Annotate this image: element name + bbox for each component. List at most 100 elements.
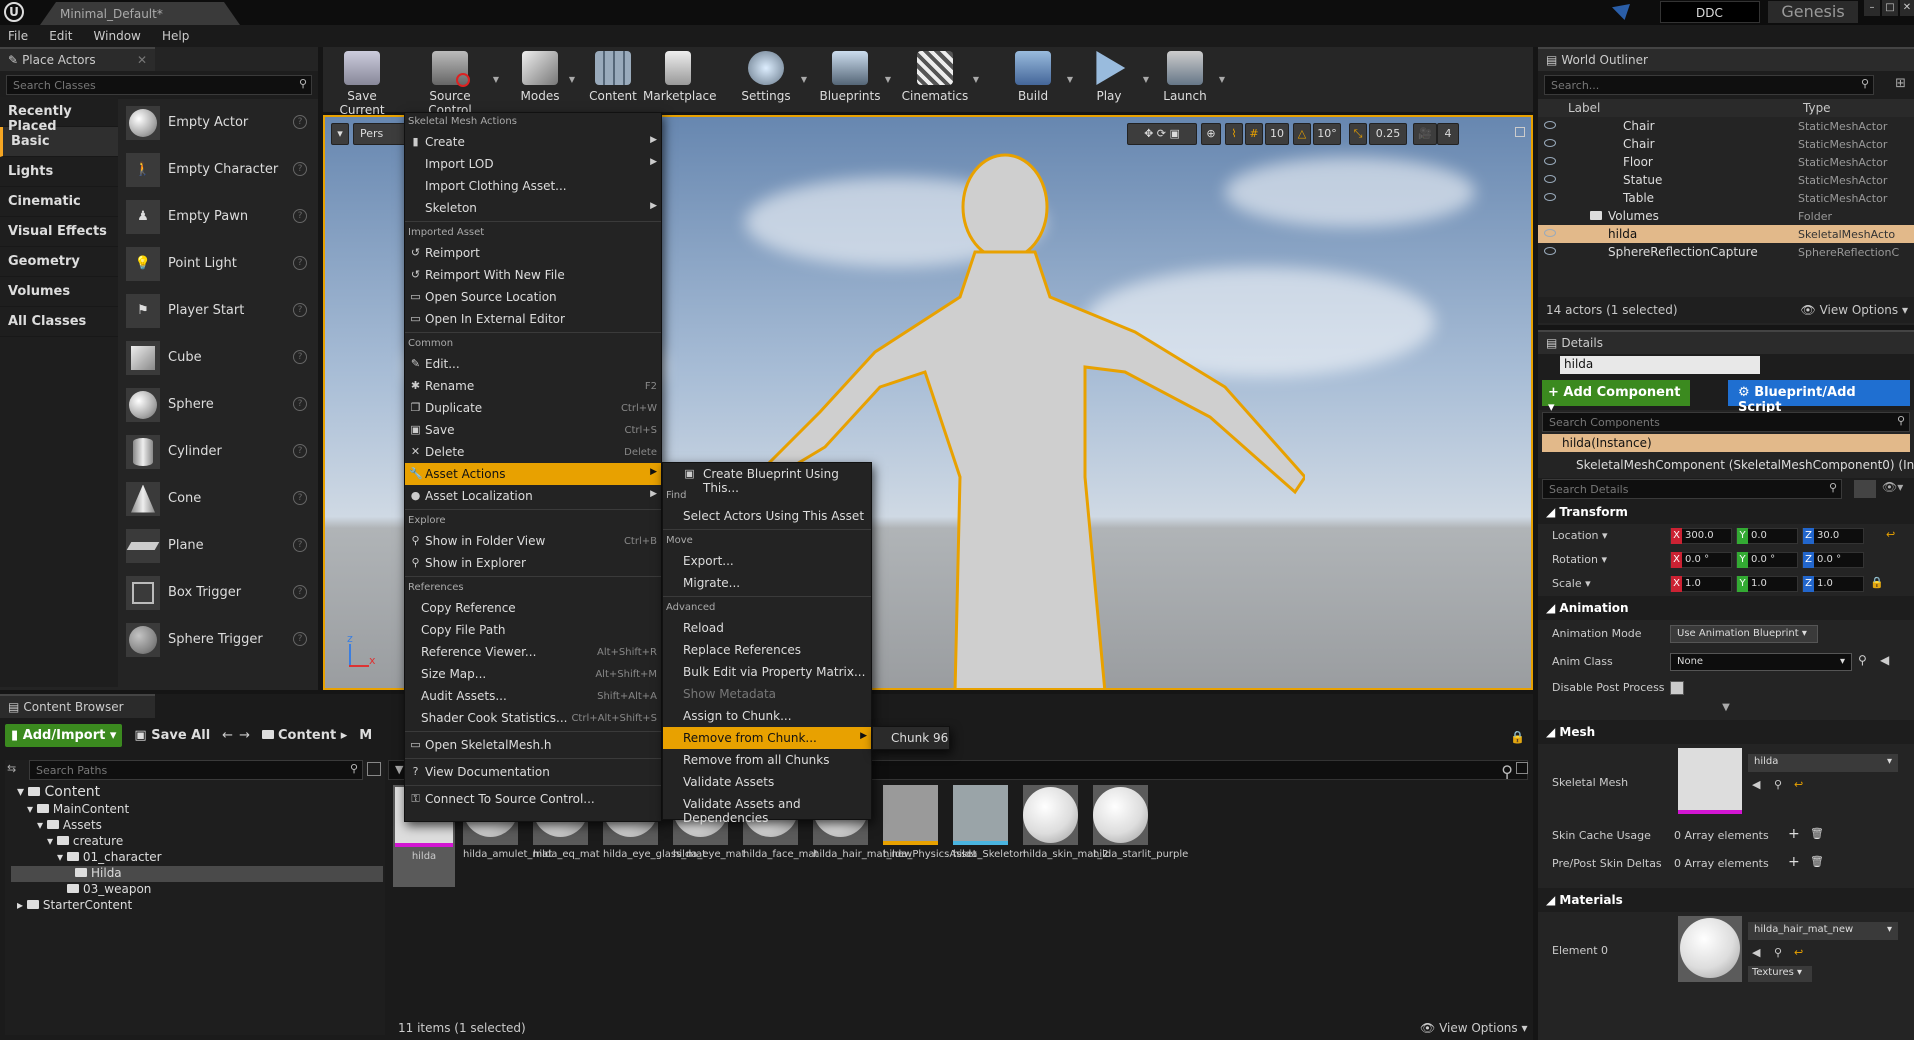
grid-size-button[interactable]: 10 <box>1265 123 1289 145</box>
menu-item-size-map[interactable]: Size Map... Alt+Shift+M <box>405 663 661 685</box>
blueprint-add-script-button[interactable]: ⚙ Blueprint/Add Script <box>1728 380 1910 415</box>
visibility-eye-icon[interactable] <box>1544 157 1556 165</box>
help-icon[interactable]: ? <box>293 585 307 599</box>
menu-file[interactable]: File <box>0 25 36 47</box>
visibility-eye-icon[interactable]: 👁▾ <box>1882 480 1903 494</box>
world-outliner-tab[interactable]: ▤ World Outliner <box>1538 47 1914 71</box>
menu-item-skeleton[interactable]: Skeleton ▶ <box>405 197 661 219</box>
scale-x-field[interactable]: X 1.0 <box>1670 576 1732 592</box>
help-icon[interactable]: ? <box>293 397 307 411</box>
scale-z-field[interactable]: Z 1.0 <box>1802 576 1864 592</box>
menu-item-open-header[interactable]: ▭ Open SkeletalMesh.h <box>405 734 661 756</box>
asset-hilda-skin-mat-2[interactable]: hilda_skin_mat_2 <box>1023 785 1109 861</box>
section-materials[interactable]: ◢ Materials <box>1538 888 1914 912</box>
disable-post-process-checkbox[interactable] <box>1670 681 1684 695</box>
menu-item-reimport[interactable]: ↺ Reimport <box>405 242 661 264</box>
scale-y-field[interactable]: Y 1.0 <box>1736 576 1798 592</box>
help-icon[interactable]: ? <box>293 632 307 646</box>
trash-icon[interactable]: 🗑 <box>1810 855 1824 868</box>
play-button[interactable]: Play ▼ <box>1079 49 1149 109</box>
outliner-search-input[interactable]: Search... ⚲ <box>1544 75 1874 95</box>
menu-item-save[interactable]: ▣ Save Ctrl+S <box>405 419 661 441</box>
back-icon[interactable]: ← <box>222 728 233 743</box>
actor-box-trigger[interactable]: Box Trigger? <box>120 569 315 616</box>
menu-item-copy-reference[interactable]: Copy Reference <box>405 597 661 619</box>
lock-icon[interactable]: 🔒 <box>1870 576 1884 589</box>
visibility-eye-icon[interactable] <box>1544 139 1556 147</box>
location-label[interactable]: Location ▾ <box>1552 529 1608 542</box>
marketplace-button[interactable]: Marketplace <box>643 49 717 109</box>
chevron-down-icon[interactable]: ▼ <box>973 75 979 84</box>
tree-item-hilda[interactable]: Hilda <box>11 866 383 882</box>
maximize-icon[interactable]: □ <box>1882 0 1898 16</box>
material-thumbnail-icon[interactable] <box>1678 916 1742 982</box>
close-icon[interactable]: ✕ <box>1900 0 1914 16</box>
menu-item-open-external-editor[interactable]: ▭ Open In External Editor <box>405 308 661 330</box>
menu-item-chunk-96[interactable]: Chunk 96 <box>873 727 949 749</box>
chevron-down-icon[interactable]: ▼ <box>801 75 807 84</box>
component-row-skeletal-mesh[interactable]: SkeletalMeshComponent (SkeletalMeshCompo… <box>1538 452 1914 478</box>
use-selected-arrow-icon[interactable]: ◀ <box>1880 653 1889 667</box>
menu-item-remove-all-chunks[interactable]: Remove from all Chunks <box>663 749 871 771</box>
visibility-eye-icon[interactable] <box>1544 175 1556 183</box>
menu-window[interactable]: Window <box>86 25 149 47</box>
modes-button[interactable]: Modes ▼ <box>505 49 575 109</box>
category-recently-placed[interactable]: Recently Placed <box>0 97 118 134</box>
tree-item-assets[interactable]: ▾ Assets <box>11 818 383 834</box>
launch-button[interactable]: Launch ▼ <box>1155 49 1225 109</box>
search-details-input[interactable]: Search Details ⚲ <box>1542 479 1842 499</box>
rotation-z-field[interactable]: Z 0.0 ° <box>1802 552 1864 568</box>
actor-name-input[interactable]: hilda <box>1560 356 1760 374</box>
tree-item-01-character[interactable]: ▾ 01_character <box>11 850 383 866</box>
menu-edit[interactable]: Edit <box>41 25 80 47</box>
chevron-down-icon[interactable]: ▼ <box>885 75 891 84</box>
content-browser-tab[interactable]: ▤ Content Browser <box>0 694 155 718</box>
search-icon[interactable]: ⚲ <box>1858 653 1867 667</box>
add-folder-icon[interactable]: ⊞ <box>1895 76 1906 91</box>
lock-icon[interactable]: 🔒 <box>1510 730 1525 744</box>
tree-item-creature[interactable]: ▾ creature <box>11 834 383 850</box>
menu-item-replace-references[interactable]: Replace References <box>663 639 871 661</box>
menu-item-delete[interactable]: ✕ Delete Delete <box>405 441 661 463</box>
surface-snap-icon[interactable]: ⌇ <box>1225 123 1243 145</box>
actor-empty-actor[interactable]: Empty Actor? <box>120 99 315 146</box>
menu-item-edit[interactable]: ✎ Edit... <box>405 353 661 375</box>
sources-toggle-icon[interactable]: ⇆ <box>7 762 21 776</box>
search-classes-input[interactable]: Search Classes ⚲ <box>6 75 312 95</box>
help-icon[interactable]: ? <box>293 491 307 505</box>
settings-button[interactable]: Settings ▼ <box>731 49 807 109</box>
help-icon[interactable]: ? <box>293 350 307 364</box>
menu-item-remove-from-chunk[interactable]: Remove from Chunk... ▶ <box>663 727 871 749</box>
forward-icon[interactable]: → <box>239 728 250 743</box>
menu-item-connect-source-control[interactable]: ⚿ Connect To Source Control... <box>405 788 661 810</box>
rotation-snap-icon[interactable]: △ <box>1293 123 1311 145</box>
actor-cube[interactable]: Cube? <box>120 334 315 381</box>
camera-speed-icon[interactable]: 🎥 <box>1413 123 1437 145</box>
component-instance-row[interactable]: hilda(Instance) <box>1542 434 1910 452</box>
details-tab[interactable]: ▤ Details <box>1538 330 1914 354</box>
category-cinematic[interactable]: Cinematic <box>0 187 118 217</box>
level-tab[interactable]: Minimal_Default* <box>40 2 240 25</box>
save-current-button[interactable]: Save Current <box>327 49 397 117</box>
grid-snap-icon[interactable]: # <box>1245 123 1263 145</box>
menu-item-audit-assets[interactable]: Audit Assets... Shift+Alt+A <box>405 685 661 707</box>
actor-cone[interactable]: Cone? <box>120 475 315 522</box>
chevron-down-icon[interactable]: ▼ <box>1067 75 1073 84</box>
menu-item-copy-file-path[interactable]: Copy File Path <box>405 619 661 641</box>
category-volumes[interactable]: Volumes <box>0 277 118 307</box>
section-transform[interactable]: ◢ Transform <box>1538 500 1914 524</box>
outliner-row-hilda[interactable]: hilda SkeletalMeshActo <box>1538 225 1914 243</box>
menu-item-shader-cook-stats[interactable]: Shader Cook Statistics... Ctrl+Alt+Shift+… <box>405 707 661 729</box>
chevron-down-icon[interactable]: ▼ <box>1219 75 1225 84</box>
menu-item-create-blueprint[interactable]: ▣ Create Blueprint Using This... <box>663 463 871 495</box>
help-icon[interactable]: ? <box>293 162 307 176</box>
menu-item-asset-localization[interactable]: ● Asset Localization ▶ <box>405 485 661 507</box>
animation-mode-dropdown[interactable]: Use Animation Blueprint ▾ <box>1670 625 1818 643</box>
menu-item-assign-chunk[interactable]: Assign to Chunk... <box>663 705 871 727</box>
help-icon[interactable]: ? <box>293 303 307 317</box>
path-view-options-icon[interactable] <box>367 762 381 776</box>
menu-item-show-in-explorer[interactable]: ⚲ Show in Explorer <box>405 552 661 574</box>
blueprints-button[interactable]: Blueprints ▼ <box>815 49 891 109</box>
tree-item-content[interactable]: ▾ Content <box>11 784 383 802</box>
tree-item-03-weapon[interactable]: 03_weapon <box>11 882 383 898</box>
